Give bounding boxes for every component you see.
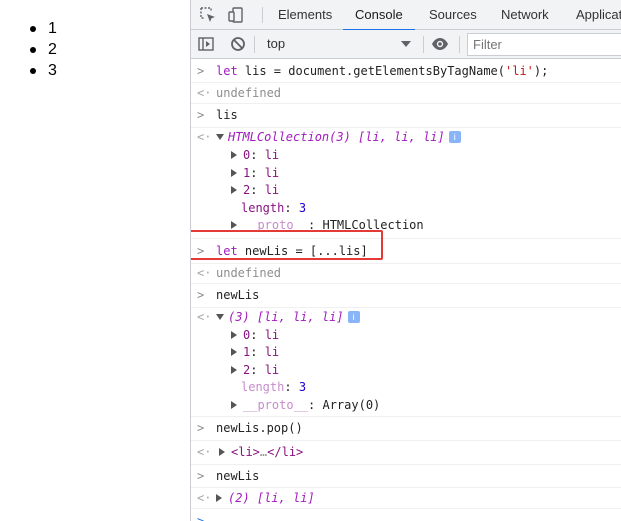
console-input-text[interactable]: newLis.pop()	[216, 417, 303, 440]
tree-item[interactable]: 0: li	[191, 147, 621, 165]
console-result: <· HTMLCollection(3) [li, li, li] i 0: li…	[191, 128, 621, 239]
console-output: > let lis = document.getElementsByTagNam…	[191, 60, 621, 521]
console-result: <· <li>…</li>	[191, 441, 621, 465]
tree-item[interactable]: 1: li	[191, 344, 621, 362]
tree-item[interactable]: 2: li	[191, 182, 621, 200]
object-summary[interactable]: HTMLCollection(3) [li, li, li] i	[216, 128, 461, 147]
input-prompt-icon: >	[197, 421, 205, 435]
console-prompt[interactable]: >	[191, 509, 621, 521]
tree-item-proto[interactable]: __proto__: Array(0)	[191, 397, 621, 415]
console-input-text[interactable]: let newLis = [...lis]	[216, 239, 368, 263]
devtools-panel: Elements Console Sources Network Applica…	[190, 0, 621, 521]
list-item: 3	[30, 60, 57, 81]
console-message: > lis	[191, 104, 621, 128]
toolbar-divider	[254, 36, 255, 53]
tab-application[interactable]: Applicat	[564, 0, 621, 30]
output-prompt-icon: <·	[197, 309, 212, 324]
expand-triangle-icon[interactable]	[216, 313, 224, 320]
console-result: <· undefined	[191, 83, 621, 104]
collapse-triangle-icon[interactable]	[231, 168, 237, 177]
console-input-text[interactable]: lis	[216, 104, 238, 127]
console-message: > newLis	[191, 465, 621, 488]
output-prompt-icon: <·	[197, 86, 212, 100]
collapse-triangle-icon[interactable]	[231, 186, 237, 194]
collapse-triangle-icon[interactable]	[231, 330, 237, 339]
object-summary[interactable]: (2) [li, li]	[216, 488, 315, 508]
console-result: <· (3) [li, li, li] i 0: li 1: li 2: li l…	[191, 308, 621, 417]
list-item: 1	[30, 18, 57, 39]
tree-item[interactable]: 1: li	[191, 165, 621, 183]
collapse-triangle-icon[interactable]	[231, 400, 237, 409]
collapse-triangle-icon[interactable]	[231, 151, 237, 159]
input-prompt-icon: >	[197, 108, 205, 122]
console-result: <· (2) [li, li]	[191, 488, 621, 509]
console-message: > let newLis = [...lis]	[191, 239, 621, 264]
info-icon[interactable]: i	[448, 131, 461, 143]
collapse-triangle-icon[interactable]	[219, 448, 225, 456]
inspect-icon[interactable]	[200, 7, 216, 23]
object-summary[interactable]: (3) [li, li, li] i	[216, 308, 360, 327]
list-item: 2	[30, 39, 57, 60]
input-prompt-icon: >	[197, 287, 205, 302]
tree-item[interactable]: 0: li	[191, 327, 621, 345]
context-selector[interactable]: top	[259, 33, 417, 55]
collapse-triangle-icon[interactable]	[216, 494, 222, 502]
output-prompt-icon: <·	[197, 130, 212, 144]
result-value: undefined	[216, 86, 282, 100]
toolbar-divider	[423, 36, 424, 53]
sidebar-toggle-icon[interactable]	[198, 36, 214, 52]
console-input-text[interactable]: newLis	[216, 284, 259, 307]
devtools-tabbar: Elements Console Sources Network Applica…	[191, 0, 621, 31]
device-toggle-icon[interactable]	[228, 7, 244, 23]
result-value: undefined	[216, 265, 282, 280]
console-message: > newLis.pop()	[191, 417, 621, 441]
filter-input[interactable]	[467, 33, 621, 56]
output-prompt-icon: <·	[197, 491, 212, 505]
tab-elements[interactable]: Elements	[266, 0, 344, 30]
tree-item-length: length: 3	[241, 200, 307, 215]
console-result: <· undefined	[191, 264, 621, 284]
caret-prompt-icon: >	[197, 514, 205, 521]
tab-console[interactable]: Console	[343, 0, 415, 31]
output-prompt-icon: <·	[197, 445, 212, 459]
dom-node-result[interactable]: <li>…</li>	[219, 441, 303, 464]
output-prompt-icon: <·	[197, 265, 212, 280]
eye-icon[interactable]	[431, 36, 448, 52]
input-prompt-icon: >	[197, 243, 205, 258]
context-value: top	[267, 36, 286, 51]
info-icon[interactable]: i	[347, 310, 360, 323]
console-toolbar: top	[191, 30, 621, 59]
tab-network[interactable]: Network	[489, 0, 561, 30]
bullet-list: 1 2 3	[30, 18, 57, 81]
input-prompt-icon: >	[197, 469, 205, 483]
chevron-down-icon	[401, 41, 411, 47]
console-message: > newLis	[191, 284, 621, 308]
tree-item[interactable]: 2: li	[191, 362, 621, 380]
tree-item-length: length: 3	[241, 380, 307, 394]
console-message: > let lis = document.getElementsByTagNam…	[191, 60, 621, 83]
collapse-triangle-icon[interactable]	[231, 221, 237, 229]
collapse-triangle-icon[interactable]	[231, 365, 237, 374]
page-viewport: 1 2 3	[0, 0, 190, 521]
expand-triangle-icon[interactable]	[216, 134, 224, 140]
tab-sources[interactable]: Sources	[417, 0, 489, 30]
tabbar-divider	[262, 7, 263, 23]
input-prompt-icon: >	[197, 64, 205, 78]
clear-console-icon[interactable]	[230, 36, 246, 52]
tree-item-proto[interactable]: __proto__: HTMLCollection	[191, 217, 621, 235]
console-input-text[interactable]: let lis = document.getElementsByTagName(…	[216, 60, 548, 82]
toolbar-divider	[459, 36, 460, 53]
console-input-text[interactable]: newLis	[216, 465, 259, 487]
collapse-triangle-icon[interactable]	[231, 348, 237, 356]
